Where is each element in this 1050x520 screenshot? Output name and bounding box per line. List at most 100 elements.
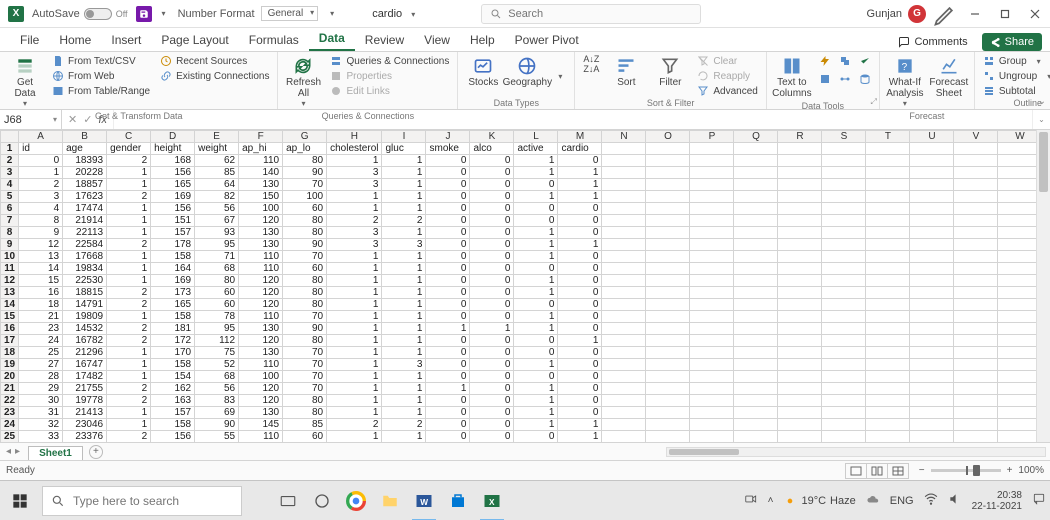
cell[interactable]: [690, 311, 734, 323]
cell[interactable]: 2: [19, 179, 63, 191]
maximize-button[interactable]: [990, 0, 1020, 28]
row-header[interactable]: 15: [1, 311, 19, 323]
cell[interactable]: 17623: [63, 191, 107, 203]
cell[interactable]: 0: [558, 383, 602, 395]
cell[interactable]: 0: [514, 299, 558, 311]
cell[interactable]: [954, 335, 998, 347]
recent-sources-button[interactable]: Recent Sources: [158, 54, 271, 68]
cell[interactable]: 1: [514, 395, 558, 407]
cell[interactable]: [822, 215, 866, 227]
expand-formula-bar-button[interactable]: ⌄: [1032, 110, 1050, 129]
cell[interactable]: [690, 203, 734, 215]
cell[interactable]: 60: [283, 203, 327, 215]
cell[interactable]: [778, 179, 822, 191]
number-format-dropdown[interactable]: General: [261, 6, 319, 21]
cell[interactable]: [778, 287, 822, 299]
col-header-R[interactable]: R: [778, 131, 822, 143]
cell[interactable]: [734, 239, 778, 251]
cortana-button[interactable]: [306, 481, 338, 520]
cell[interactable]: 2: [327, 419, 382, 431]
cell[interactable]: [602, 287, 646, 299]
cell[interactable]: 0: [470, 311, 514, 323]
cell[interactable]: [998, 431, 1036, 443]
cell[interactable]: 1: [327, 299, 382, 311]
cell[interactable]: [602, 407, 646, 419]
cell[interactable]: 110: [239, 431, 283, 443]
cell[interactable]: 69: [195, 407, 239, 419]
cell[interactable]: [954, 227, 998, 239]
cell[interactable]: 1: [382, 407, 426, 419]
from-web-button[interactable]: From Web: [50, 69, 152, 83]
cell[interactable]: 68: [195, 371, 239, 383]
cell[interactable]: 80: [283, 299, 327, 311]
cell[interactable]: 0: [558, 287, 602, 299]
cell[interactable]: [822, 395, 866, 407]
cell[interactable]: 3: [327, 179, 382, 191]
cell[interactable]: [822, 287, 866, 299]
col-header-L[interactable]: L: [514, 131, 558, 143]
cell[interactable]: [734, 287, 778, 299]
cell[interactable]: 0: [470, 239, 514, 251]
excel-taskbar-button[interactable]: X: [476, 481, 508, 520]
cell[interactable]: [954, 359, 998, 371]
cell[interactable]: [602, 383, 646, 395]
cell[interactable]: 52: [195, 359, 239, 371]
cell[interactable]: [998, 419, 1036, 431]
cell[interactable]: 165: [151, 299, 195, 311]
cell[interactable]: [646, 191, 690, 203]
cell[interactable]: 2: [327, 215, 382, 227]
cell[interactable]: [954, 323, 998, 335]
cell[interactable]: [910, 311, 954, 323]
cell[interactable]: 1: [514, 419, 558, 431]
cell[interactable]: [690, 419, 734, 431]
cell[interactable]: 56: [195, 383, 239, 395]
cell[interactable]: [646, 419, 690, 431]
cell[interactable]: [866, 143, 910, 155]
cell[interactable]: 70: [283, 311, 327, 323]
cell[interactable]: [822, 359, 866, 371]
taskbar-search-input[interactable]: [73, 494, 233, 508]
cell[interactable]: 172: [151, 335, 195, 347]
cell[interactable]: 93: [195, 227, 239, 239]
cell[interactable]: [690, 239, 734, 251]
row-header[interactable]: 21: [1, 383, 19, 395]
cell[interactable]: 21413: [63, 407, 107, 419]
cell[interactable]: 90: [283, 323, 327, 335]
cell[interactable]: 156: [151, 167, 195, 179]
cell[interactable]: [910, 299, 954, 311]
cell[interactable]: [954, 299, 998, 311]
cell[interactable]: 120: [239, 287, 283, 299]
sort-desc-button[interactable]: Z↓A: [581, 64, 601, 74]
cell[interactable]: 0: [426, 167, 470, 179]
cell[interactable]: [866, 383, 910, 395]
tab-page-layout[interactable]: Page Layout: [151, 30, 238, 51]
filter-button[interactable]: Filter: [651, 54, 689, 90]
cell[interactable]: 0: [558, 359, 602, 371]
cell[interactable]: [866, 179, 910, 191]
existing-connections-button[interactable]: Existing Connections: [158, 69, 271, 83]
cell[interactable]: [690, 347, 734, 359]
cell[interactable]: [734, 227, 778, 239]
tab-file[interactable]: File: [10, 30, 49, 51]
cell[interactable]: 0: [514, 335, 558, 347]
cell[interactable]: [602, 395, 646, 407]
geography-button[interactable]: Geography: [508, 54, 546, 90]
cell[interactable]: 1: [327, 383, 382, 395]
cell[interactable]: [734, 167, 778, 179]
cell[interactable]: [998, 227, 1036, 239]
cell[interactable]: 60: [195, 299, 239, 311]
cell[interactable]: [602, 347, 646, 359]
cell[interactable]: 19778: [63, 395, 107, 407]
cell[interactable]: 0: [426, 155, 470, 167]
cell[interactable]: 1: [514, 407, 558, 419]
cell[interactable]: 1: [327, 251, 382, 263]
cell[interactable]: 0: [470, 215, 514, 227]
cell[interactable]: [822, 275, 866, 287]
cell[interactable]: [822, 263, 866, 275]
page-break-view-button[interactable]: [887, 463, 909, 479]
get-data-button[interactable]: Get Data▾: [6, 54, 44, 111]
cell[interactable]: 8: [19, 215, 63, 227]
cell[interactable]: [910, 371, 954, 383]
cell[interactable]: [866, 203, 910, 215]
cell[interactable]: 0: [470, 299, 514, 311]
